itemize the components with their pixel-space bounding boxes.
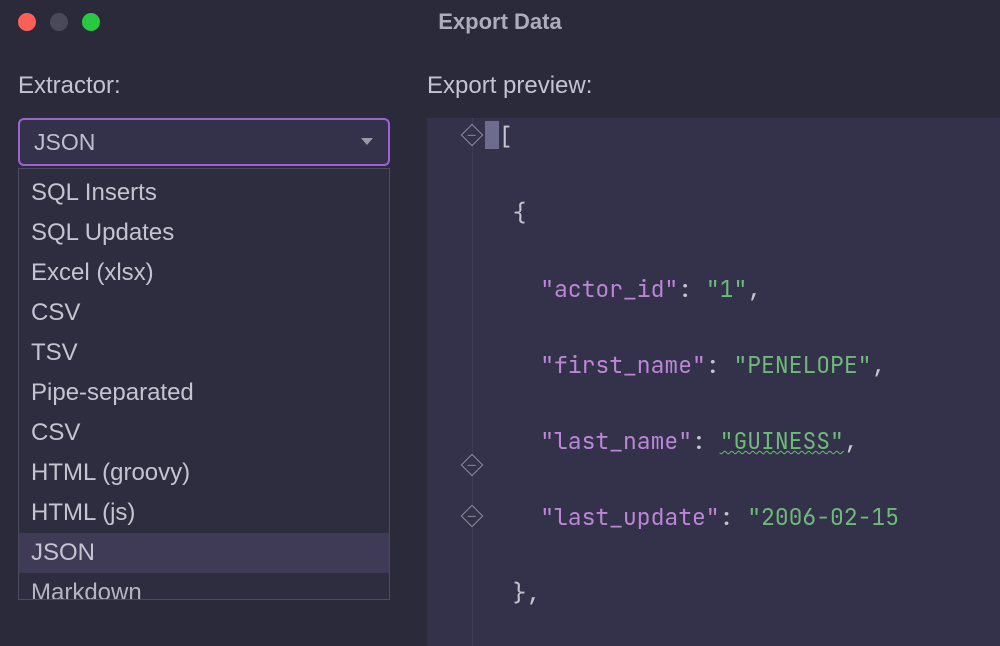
window-title: Export Data [0, 9, 1000, 35]
extractor-combobox[interactable]: JSON [18, 118, 390, 166]
dropdown-option[interactable]: TSV [19, 333, 389, 373]
minimize-window-icon[interactable] [50, 13, 68, 31]
fold-handle-icon[interactable] [461, 454, 484, 477]
text-cursor [485, 121, 499, 149]
dropdown-option[interactable]: HTML (groovy) [19, 453, 389, 493]
preview-label: Export preview: [427, 72, 1000, 100]
editor-gutter [427, 118, 473, 646]
dropdown-option[interactable]: Excel (xlsx) [19, 253, 389, 293]
fold-handle-icon[interactable] [461, 124, 484, 147]
code-content: [ { "actor_id": "1", "first_name": "PENE… [485, 118, 1000, 646]
dropdown-option[interactable]: CSV [19, 413, 389, 453]
extractor-selected-value: JSON [34, 129, 95, 156]
dropdown-option[interactable]: Pipe-separated [19, 373, 389, 413]
traffic-lights [0, 13, 100, 31]
chevron-down-icon [360, 137, 374, 147]
dropdown-option[interactable]: CSV [19, 293, 389, 333]
dropdown-option[interactable]: HTML (js) [19, 493, 389, 533]
titlebar: Export Data [0, 0, 1000, 44]
extractor-dropdown[interactable]: SQL InsertsSQL UpdatesExcel (xlsx)CSVTSV… [18, 168, 390, 600]
dropdown-option[interactable]: Markdown [19, 573, 389, 600]
zoom-window-icon[interactable] [82, 13, 100, 31]
fold-handle-icon[interactable] [461, 505, 484, 528]
dropdown-option[interactable]: SQL Inserts [19, 173, 389, 213]
export-preview-editor[interactable]: [ { "actor_id": "1", "first_name": "PENE… [427, 118, 1000, 646]
dropdown-option[interactable]: JSON [19, 533, 389, 573]
dropdown-option[interactable]: SQL Updates [19, 213, 389, 253]
extractor-label: Extractor: [18, 72, 403, 100]
close-window-icon[interactable] [18, 13, 36, 31]
